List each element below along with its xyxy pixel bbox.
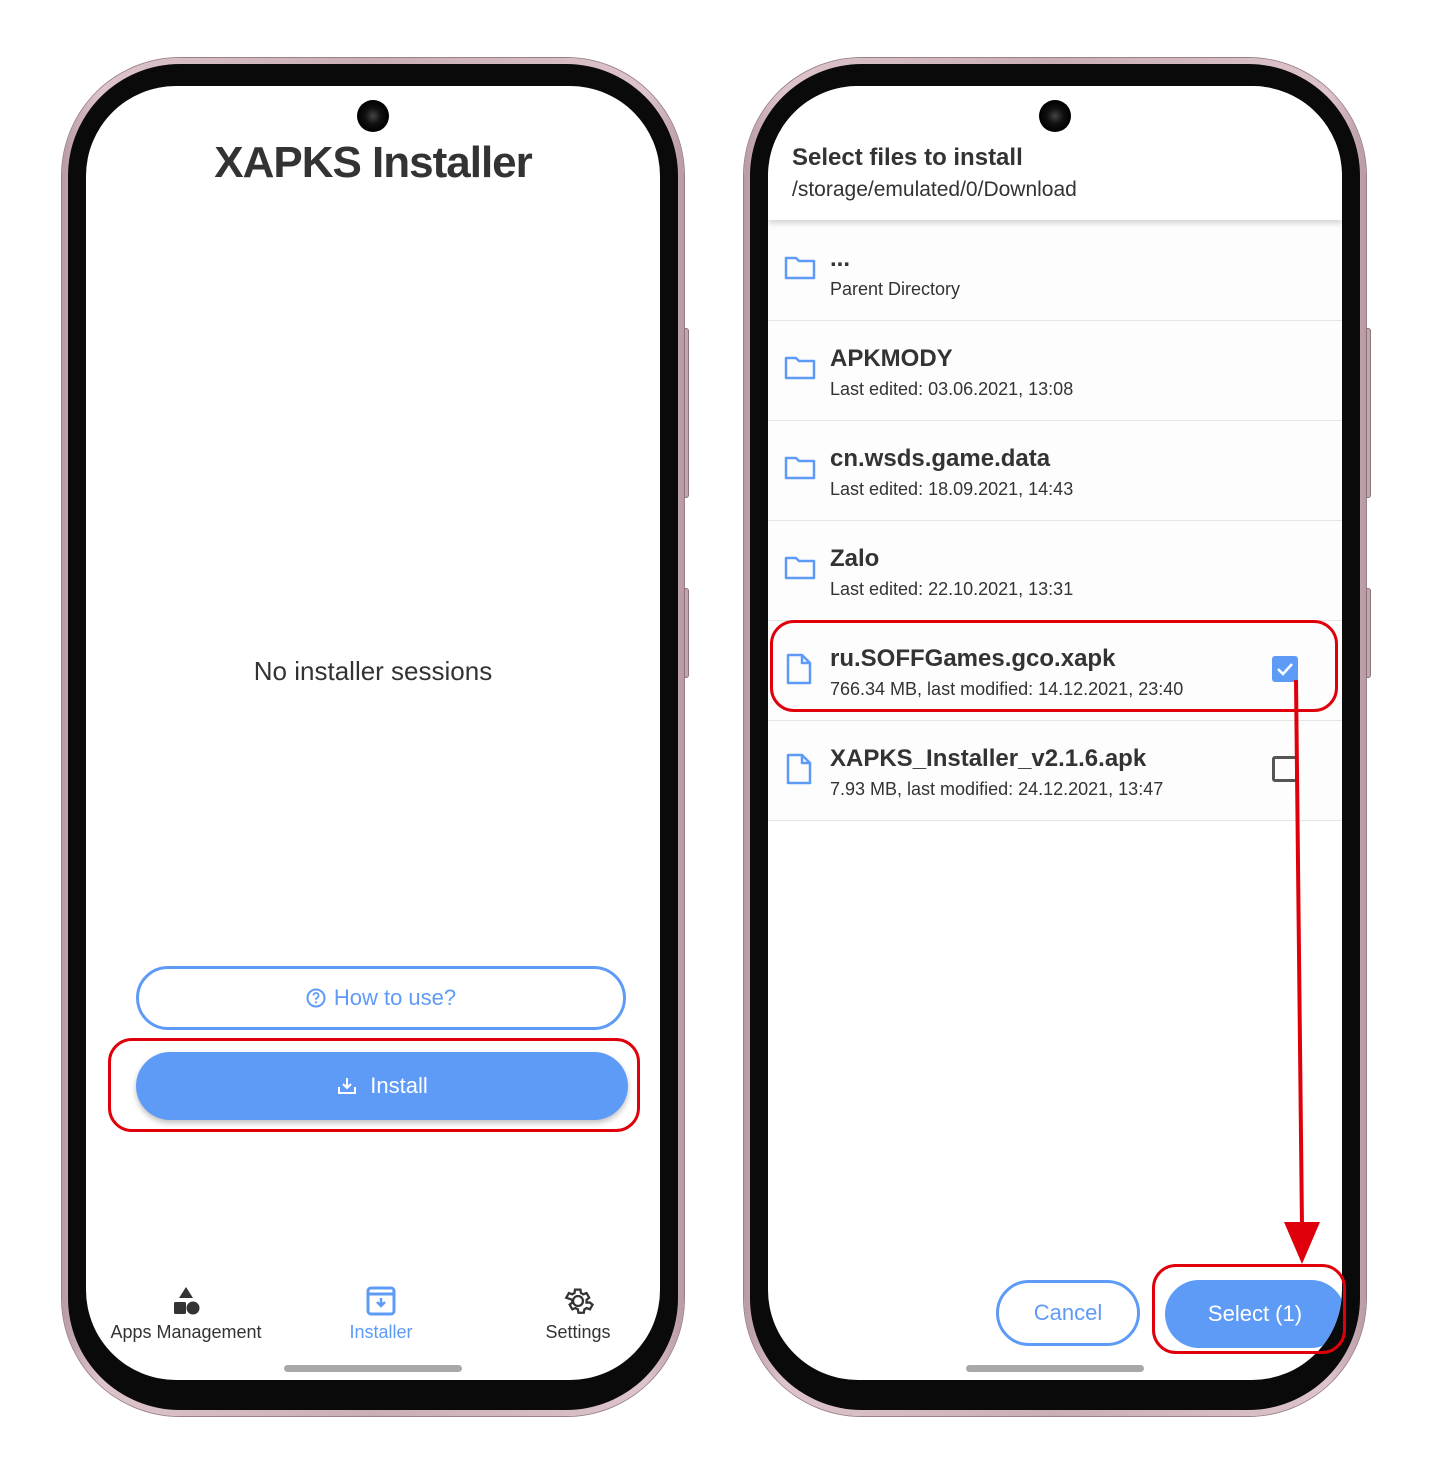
current-path: /storage/emulated/0/Download bbox=[792, 178, 1077, 201]
installer-icon bbox=[366, 1286, 396, 1316]
select-button-highlight-annotation bbox=[1152, 1264, 1346, 1354]
list-item-parent-directory[interactable]: ... Parent Directory bbox=[768, 221, 1342, 321]
phone-frame-left: XAPKS Installer No installer sessions Ho… bbox=[62, 58, 689, 1416]
nav-installer[interactable]: Installer bbox=[301, 1284, 461, 1343]
bezel: XAPKS Installer No installer sessions Ho… bbox=[68, 64, 678, 1410]
power-button bbox=[684, 588, 689, 678]
nav-label: Apps Management bbox=[110, 1322, 262, 1342]
app-title: XAPKS Installer bbox=[214, 138, 533, 187]
file-icon bbox=[786, 753, 812, 785]
item-name: ... bbox=[830, 245, 851, 272]
installer-screen: XAPKS Installer No installer sessions Ho… bbox=[86, 86, 660, 1380]
nav-label: Installer bbox=[349, 1322, 413, 1342]
selected-file-highlight-annotation bbox=[770, 620, 1338, 712]
folder-icon bbox=[784, 356, 816, 380]
cancel-button[interactable]: Cancel bbox=[996, 1280, 1140, 1346]
item-meta: Last edited: 22.10.2021, 13:31 bbox=[830, 579, 1074, 599]
item-meta: Last edited: 18.09.2021, 14:43 bbox=[830, 479, 1074, 499]
nav-settings[interactable]: Settings bbox=[498, 1284, 658, 1343]
how-to-use-button[interactable]: How to use? bbox=[136, 966, 626, 1030]
bottom-navigation: Apps Management Installer Settings bbox=[86, 1284, 660, 1354]
item-name: cn.wsds.game.data bbox=[830, 445, 1051, 472]
list-item-file[interactable]: XAPKS_Installer_v2.1.6.apk 7.93 MB, last… bbox=[768, 721, 1342, 821]
list-item-folder[interactable]: Zalo Last edited: 22.10.2021, 13:31 bbox=[768, 521, 1342, 621]
nav-label: Settings bbox=[545, 1322, 611, 1342]
folder-icon bbox=[784, 256, 816, 280]
dialog-title: Select files to install bbox=[792, 144, 1023, 171]
help-icon bbox=[306, 988, 326, 1008]
file-list: ... Parent Directory APKMODY Last edited… bbox=[768, 221, 1342, 821]
volume-button bbox=[684, 328, 689, 498]
item-name: Zalo bbox=[830, 545, 880, 572]
how-to-use-label: How to use? bbox=[333, 985, 457, 1010]
home-indicator[interactable] bbox=[966, 1365, 1144, 1372]
nav-apps-management[interactable]: Apps Management bbox=[86, 1284, 286, 1343]
camera-icon bbox=[357, 100, 389, 132]
bezel: Select files to install /storage/emulate… bbox=[750, 64, 1360, 1410]
folder-icon bbox=[784, 556, 816, 580]
item-meta: 7.93 MB, last modified: 24.12.2021, 13:4… bbox=[830, 779, 1164, 799]
folder-icon bbox=[784, 456, 816, 480]
dialog-header: Select files to install /storage/emulate… bbox=[768, 86, 1342, 220]
item-meta: Parent Directory bbox=[830, 279, 961, 299]
shapes-icon bbox=[174, 1287, 200, 1315]
list-item-folder[interactable]: cn.wsds.game.data Last edited: 18.09.202… bbox=[768, 421, 1342, 521]
gear-icon bbox=[564, 1288, 595, 1314]
power-button bbox=[1366, 588, 1371, 678]
item-meta: Last edited: 03.06.2021, 13:08 bbox=[830, 379, 1074, 399]
home-indicator[interactable] bbox=[284, 1365, 462, 1372]
camera-icon bbox=[1039, 100, 1071, 132]
install-highlight-annotation bbox=[108, 1038, 640, 1132]
empty-state-text: No installer sessions bbox=[253, 656, 493, 686]
list-item-folder[interactable]: APKMODY Last edited: 03.06.2021, 13:08 bbox=[768, 321, 1342, 421]
volume-button bbox=[1366, 328, 1371, 498]
file-picker-screen: Select files to install /storage/emulate… bbox=[768, 86, 1342, 1380]
arrow-annotation bbox=[1284, 680, 1320, 1264]
item-name: APKMODY bbox=[830, 345, 953, 372]
item-name: XAPKS_Installer_v2.1.6.apk bbox=[830, 745, 1147, 772]
